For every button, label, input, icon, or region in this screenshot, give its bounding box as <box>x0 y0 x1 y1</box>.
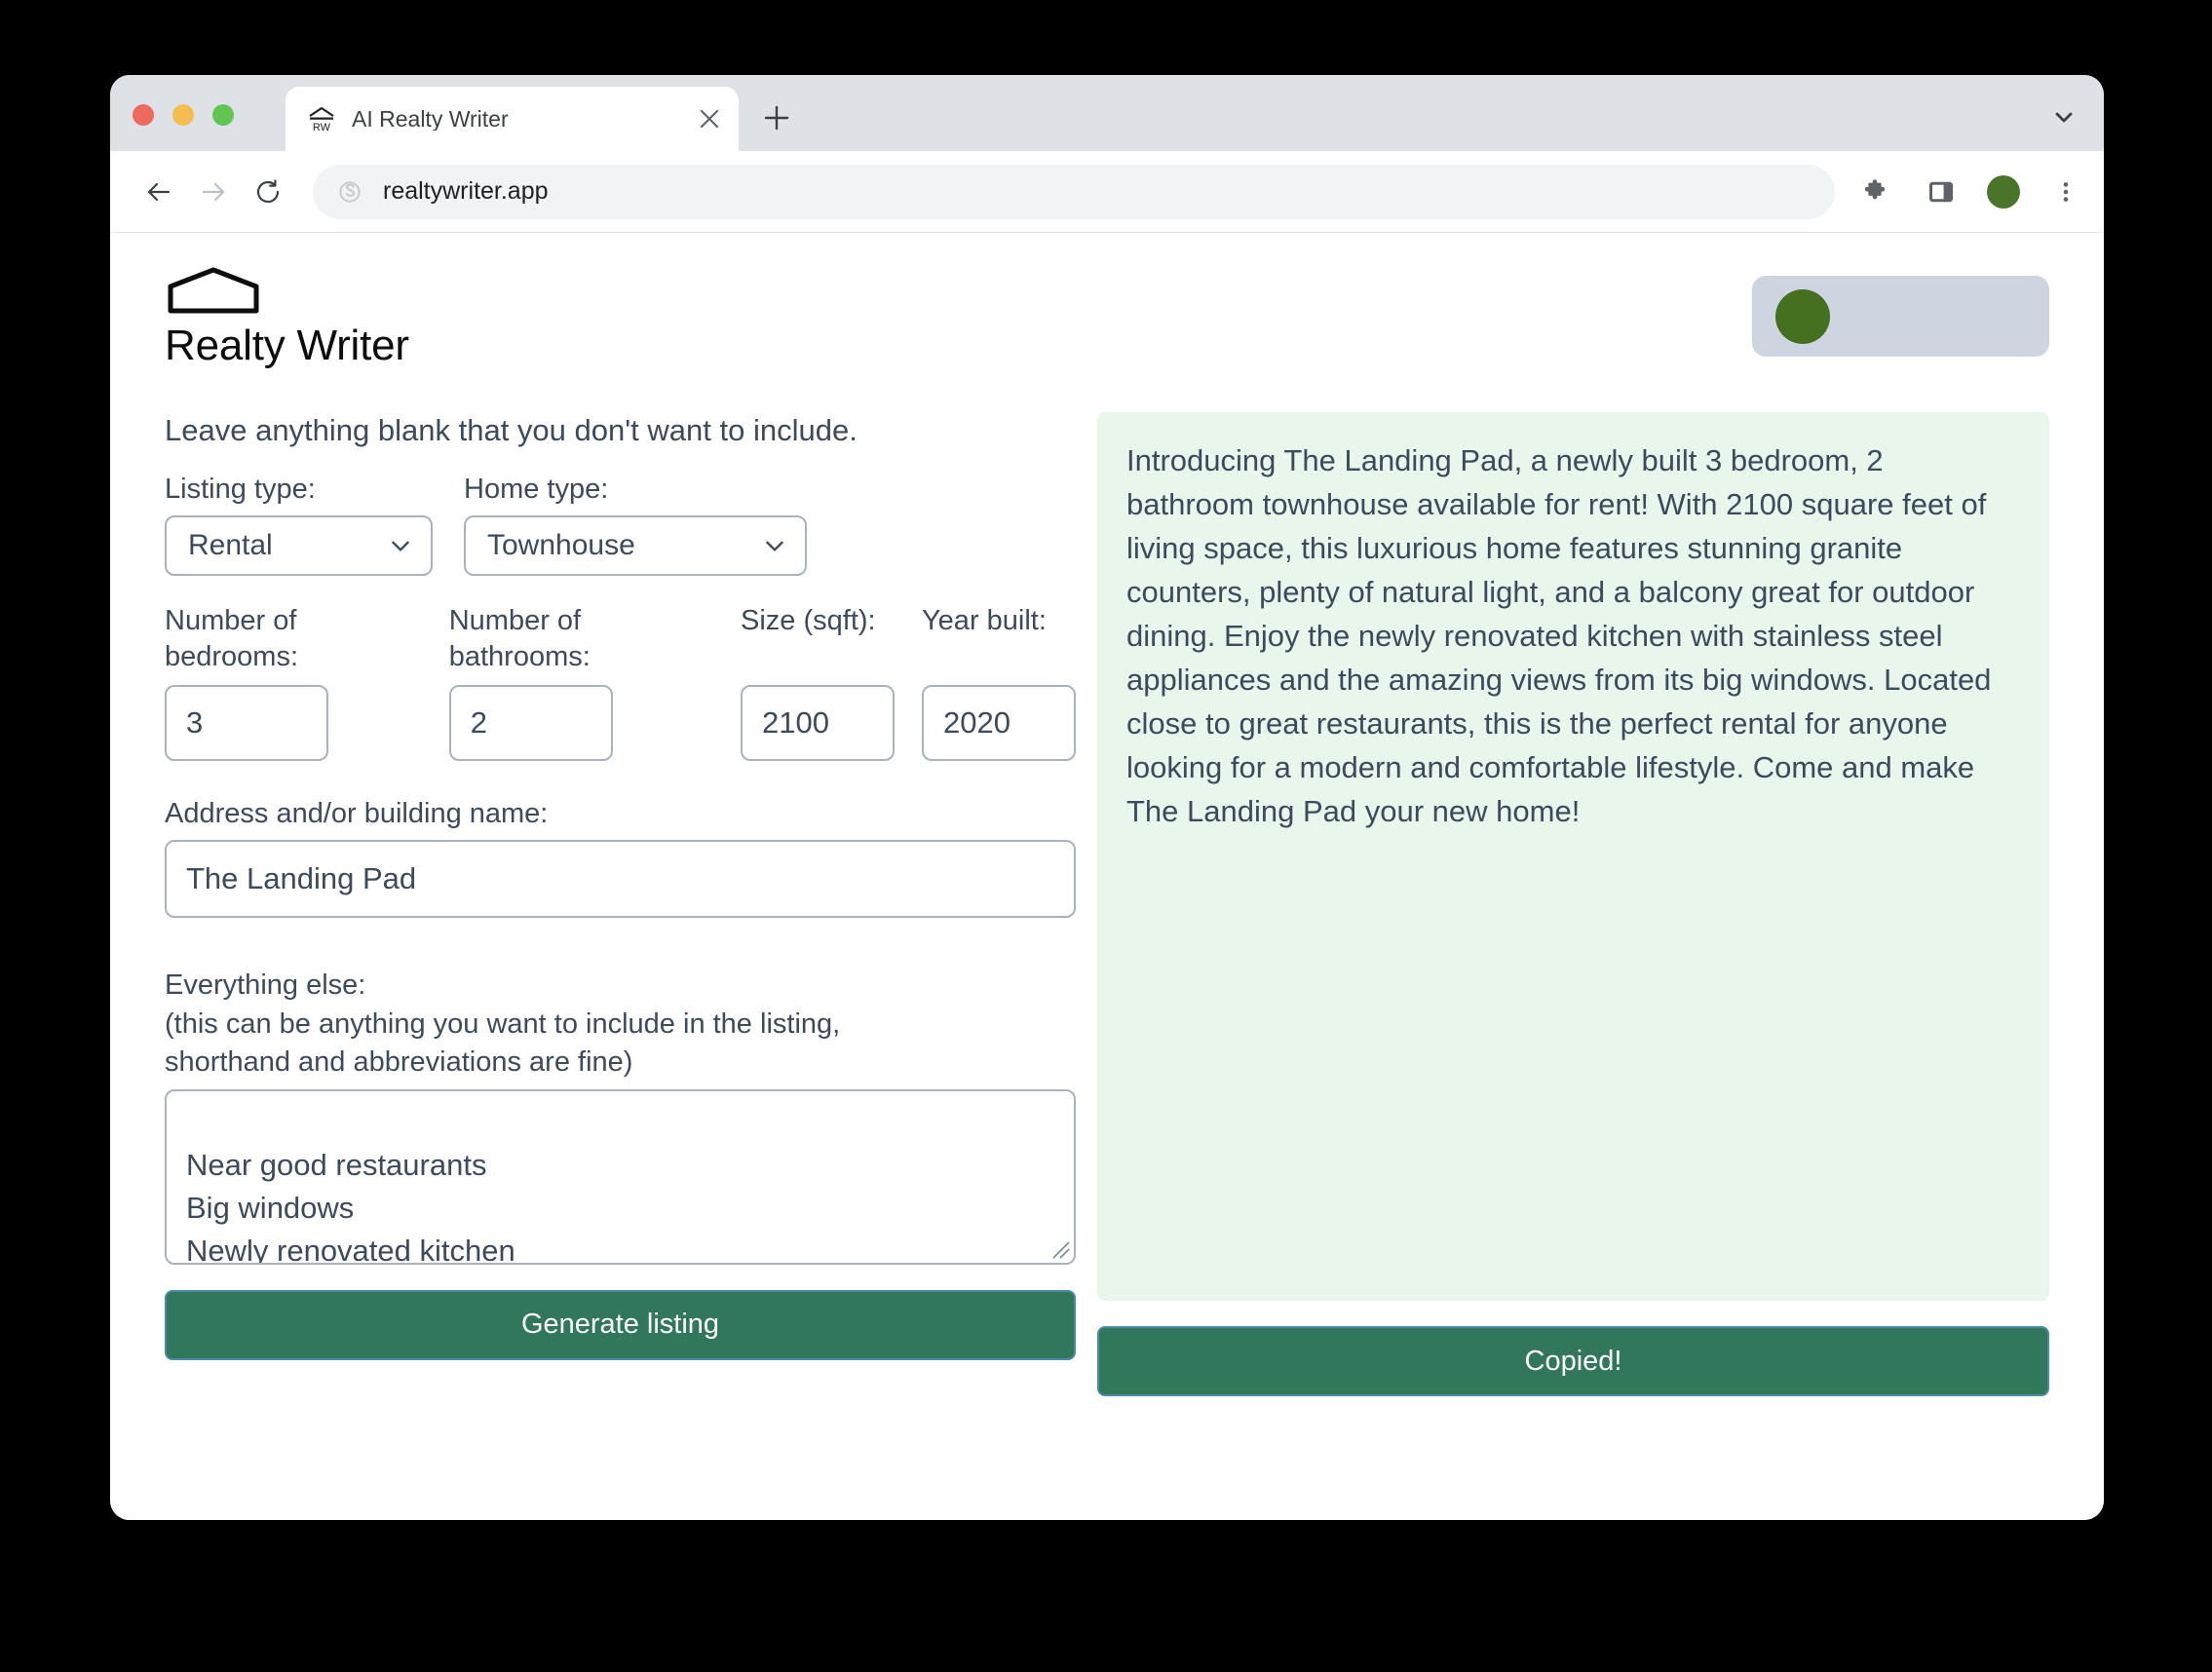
address-label: Address and/or building name: <box>165 798 549 830</box>
maximize-window-button[interactable] <box>212 104 234 126</box>
house-outline-logo <box>168 267 259 314</box>
site-info-icon <box>339 180 361 203</box>
forward-button[interactable] <box>186 165 241 219</box>
everything-else-value: Near good restaurants Big windows Newly … <box>186 1147 515 1265</box>
listing-type-value: Rental <box>188 529 273 562</box>
account-avatar <box>1775 288 1830 344</box>
arrow-right-icon <box>202 182 225 201</box>
bathrooms-label: Number of bathrooms: <box>448 605 591 673</box>
browser-tab-active[interactable]: RW AI Realty Writer <box>286 87 739 151</box>
browser-tabstrip: RW AI Realty Writer <box>110 75 2104 151</box>
form-column: Leave anything blank that you don't want… <box>165 412 1076 1396</box>
output-column: Introducing The Landing Pad, a newly bui… <box>1097 412 2049 1396</box>
extensions-puzzle-icon <box>1864 178 1886 199</box>
close-window-button[interactable] <box>133 104 154 126</box>
app-brand: Realty Writer <box>165 266 409 367</box>
browser-toolbar: realtywriter.app <box>110 151 2104 233</box>
svg-text:RW: RW <box>313 122 331 133</box>
everything-else-textarea[interactable]: Near good restaurants Big windows Newly … <box>165 1088 1076 1265</box>
side-panel-button[interactable] <box>1921 171 1962 212</box>
chrome-menu-icon <box>2063 181 2069 202</box>
resize-grip-icon[interactable] <box>1049 1237 1070 1259</box>
address-group: Address and/or building name: The Landin… <box>165 796 1076 919</box>
form-hint: Leave anything blank that you don't want… <box>165 413 858 447</box>
bathrooms-group: Number of bathrooms: 2 <box>448 603 713 762</box>
bathrooms-input[interactable]: 2 <box>448 685 613 762</box>
new-tab-button[interactable] <box>753 95 800 141</box>
chevron-down-icon <box>762 533 787 558</box>
generate-listing-button[interactable]: Generate listing <box>165 1289 1076 1360</box>
app-brand-name: Realty Writer <box>165 322 409 369</box>
browser-tab-title: AI Realty Writer <box>352 107 509 131</box>
tab-list-button[interactable] <box>2041 95 2086 139</box>
everything-else-label-line1: Everything else: <box>165 969 366 1002</box>
size-input[interactable]: 2100 <box>741 685 895 762</box>
realty-writer-house-rw-favicon: RW <box>309 106 334 133</box>
toolbar-icon-group <box>1849 171 2086 212</box>
chevron-down-icon <box>388 533 413 558</box>
home-type-select[interactable]: Townhouse <box>464 515 807 577</box>
address-bar[interactable]: realtywriter.app <box>313 164 1835 219</box>
size-label: Size (sqft): <box>741 605 876 637</box>
bedrooms-label: Number of bedrooms: <box>165 605 299 673</box>
address-bar-url: realtywriter.app <box>383 177 549 205</box>
everything-else-group: Everything else: (this can be anything y… <box>165 967 1076 1265</box>
type-selectors-row: Listing type: Rental Home type: Townhous… <box>165 472 1076 577</box>
main-columns: Leave anything blank that you don't want… <box>165 412 2049 1396</box>
chrome-menu-button[interactable] <box>2045 171 2086 212</box>
back-button[interactable] <box>132 165 186 219</box>
extensions-button[interactable] <box>1854 171 1895 212</box>
arrow-left-icon <box>147 182 171 201</box>
close-icon <box>700 109 719 129</box>
reload-button[interactable] <box>241 165 295 219</box>
year-built-label: Year built: <box>922 605 1047 637</box>
everything-else-label-line3: shorthand and abbreviations are fine) <box>165 1045 633 1078</box>
listing-type-group: Listing type: Rental <box>165 472 433 577</box>
account-widget[interactable] <box>1752 276 2049 357</box>
home-type-label: Home type: <box>464 474 609 506</box>
page-content: Realty Writer Leave anything blank that … <box>110 233 2104 1520</box>
everything-else-label-line2: (this can be anything you want to includ… <box>165 1007 841 1040</box>
bedrooms-group: Number of bedrooms: 3 <box>165 603 422 762</box>
plus-icon <box>764 105 789 131</box>
address-input[interactable]: The Landing Pad <box>165 840 1076 919</box>
window-traffic-lights <box>133 104 234 126</box>
tab-list-chevron-down-icon <box>2055 112 2073 123</box>
side-panel-icon <box>1928 181 1954 202</box>
listing-type-label: Listing type: <box>165 474 316 506</box>
profile-avatar[interactable] <box>1987 174 2020 209</box>
numeric-fields-row: Number of bedrooms: 3 Number of bathroom… <box>165 603 1076 762</box>
close-tab-button[interactable] <box>688 97 731 140</box>
bedrooms-input[interactable]: 3 <box>165 685 328 762</box>
listing-type-select[interactable]: Rental <box>165 515 433 577</box>
year-built-group: Year built: 2020 <box>922 603 1076 762</box>
minimize-window-button[interactable] <box>172 104 194 126</box>
browser-window: RW AI Realty Writer realtywriter.app Rea… <box>110 75 2104 1520</box>
app-header: Realty Writer <box>165 266 2049 383</box>
reload-icon <box>256 178 280 203</box>
year-built-input[interactable]: 2020 <box>922 685 1076 762</box>
generated-listing-output[interactable]: Introducing The Landing Pad, a newly bui… <box>1097 412 2049 1301</box>
home-type-group: Home type: Townhouse <box>464 472 807 577</box>
size-group: Size (sqft): 2100 <box>741 603 895 762</box>
home-type-value: Townhouse <box>487 529 635 562</box>
copy-listing-button[interactable]: Copied! <box>1097 1326 2049 1396</box>
